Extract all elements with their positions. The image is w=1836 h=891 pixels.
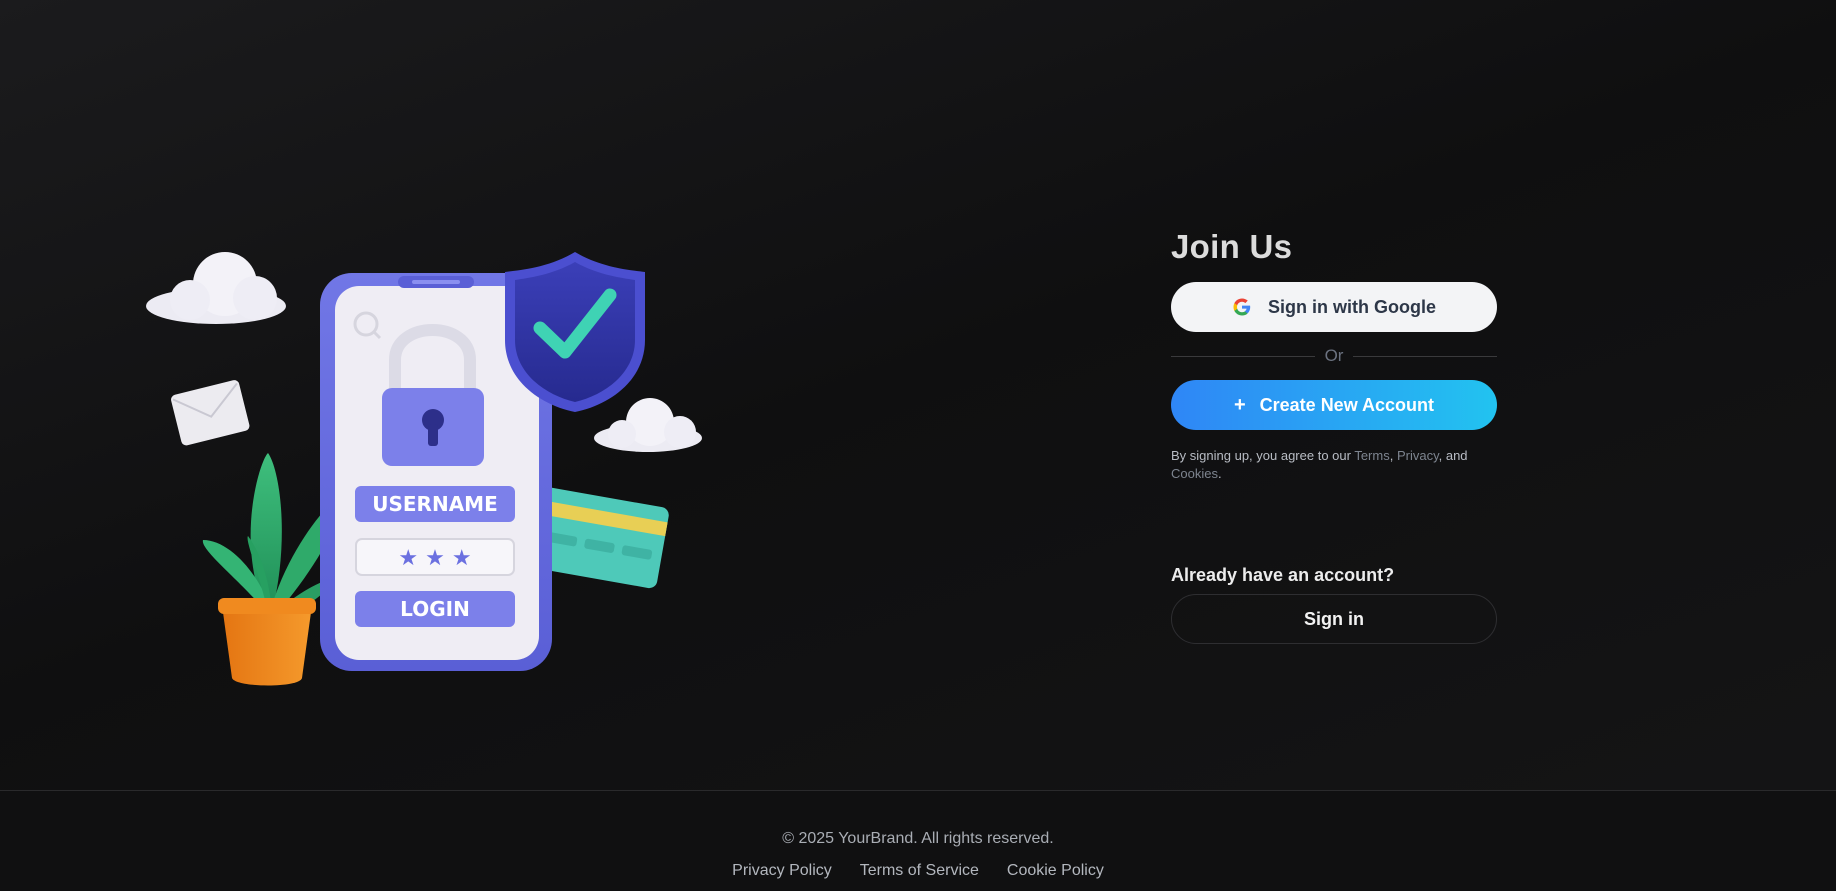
- footer-links: Privacy Policy Terms of Service Cookie P…: [0, 861, 1836, 881]
- cloud-icon: [594, 398, 702, 452]
- google-signin-label: Sign in with Google: [1268, 296, 1436, 317]
- create-account-label: Create New Account: [1259, 394, 1435, 415]
- privacy-policy-link[interactable]: Privacy Policy: [732, 861, 832, 881]
- divider-line: [1171, 355, 1315, 357]
- legal-prefix: By signing up, you agree to our: [1171, 448, 1355, 463]
- google-signin-button[interactable]: Sign in with Google: [1171, 282, 1497, 332]
- google-icon: [1232, 297, 1252, 317]
- copyright-text: © 2025 YourBrand. All rights reserved.: [782, 830, 1054, 847]
- cookie-policy-link[interactable]: Cookie Policy: [1007, 861, 1104, 881]
- legal-notice: By signing up, you agree to our Terms, P…: [1171, 447, 1497, 483]
- footer: © 2025 YourBrand. All rights reserved. P…: [0, 790, 1836, 891]
- divider-label: Or: [1324, 346, 1344, 365]
- envelope-icon: [171, 380, 250, 446]
- plus-icon: +: [1233, 394, 1246, 416]
- login-illustration-label: LOGIN: [400, 597, 470, 621]
- legal-separator: ,: [1389, 448, 1397, 463]
- auth-panel: Join Us Sign in with Google Or + Create …: [1171, 224, 1498, 644]
- signin-button[interactable]: Sign in: [1171, 594, 1497, 644]
- page-title: Join Us: [1171, 228, 1293, 265]
- legal-separator: , and: [1438, 448, 1468, 463]
- divider-line: [1353, 355, 1498, 357]
- or-divider: Or: [1171, 344, 1498, 368]
- security-illustration: USERNAME ★ ★ ★ LOGIN: [140, 240, 720, 700]
- signin-label: Sign in: [1304, 608, 1364, 629]
- terms-of-service-link[interactable]: Terms of Service: [860, 861, 979, 881]
- cookies-link[interactable]: Cookies: [1171, 466, 1218, 481]
- create-account-button[interactable]: + Create New Account: [1171, 380, 1497, 430]
- username-illustration-label: USERNAME: [372, 492, 498, 516]
- password-mask: ★ ★ ★: [398, 546, 471, 571]
- legal-suffix: .: [1217, 466, 1222, 481]
- already-have-account-label: Already have an account?: [1171, 565, 1395, 585]
- privacy-link[interactable]: Privacy: [1397, 448, 1439, 463]
- cloud-icon: [146, 252, 286, 324]
- terms-link[interactable]: Terms: [1354, 448, 1389, 463]
